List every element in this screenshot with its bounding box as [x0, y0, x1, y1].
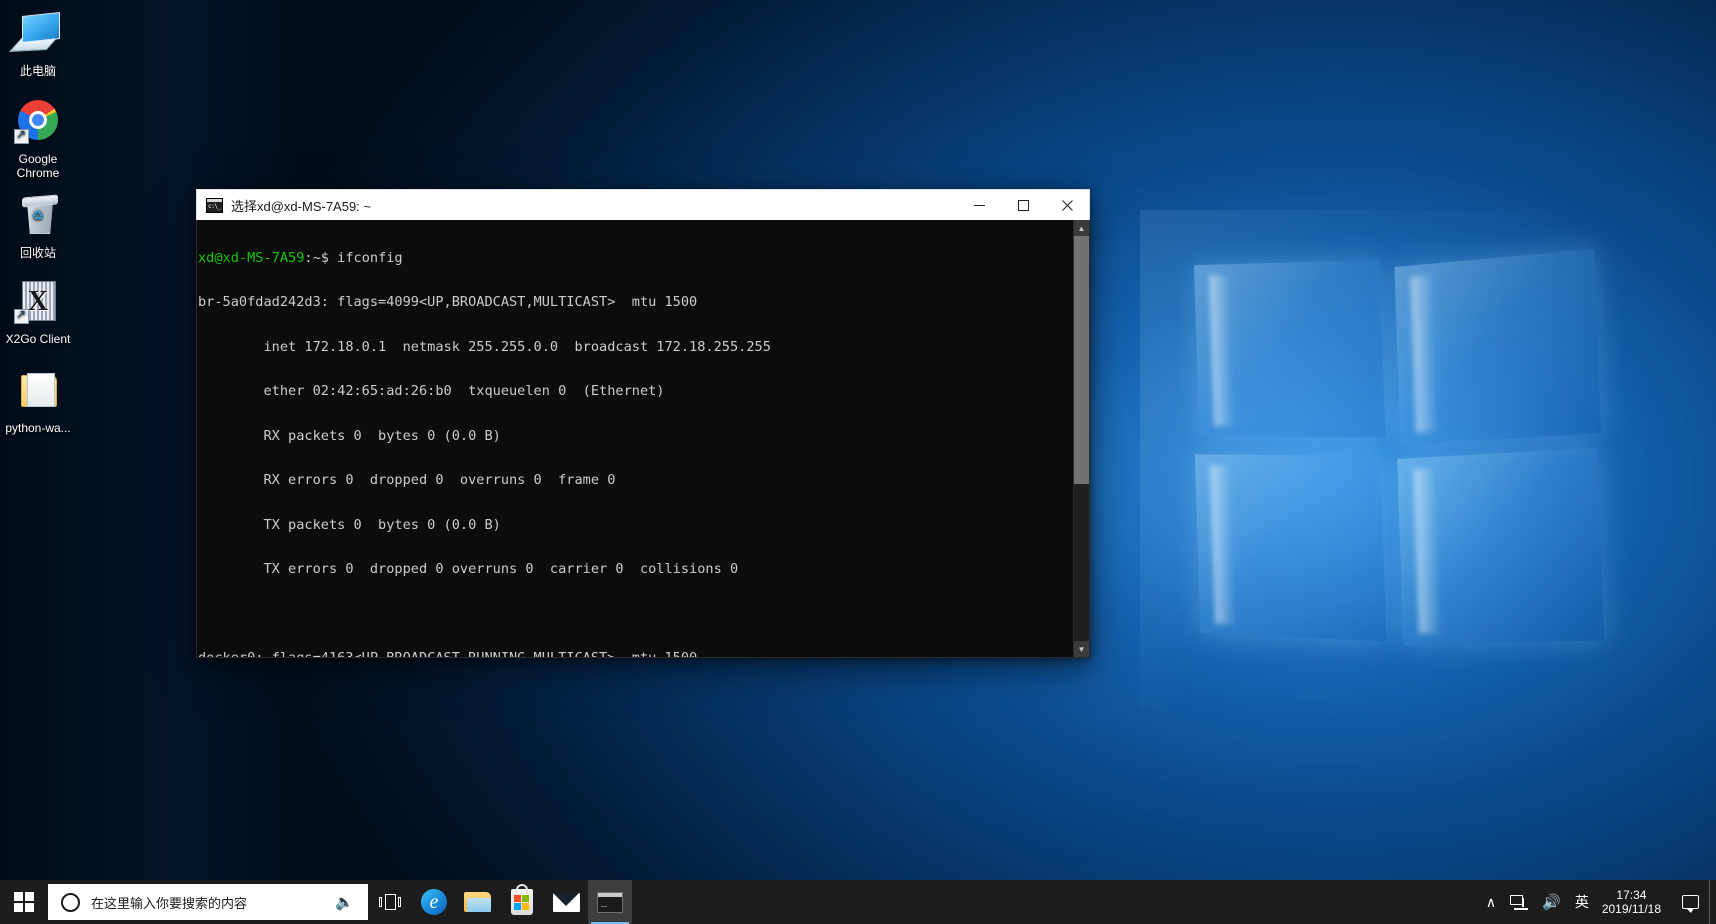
- show-desktop-button[interactable]: [1709, 880, 1716, 924]
- clock[interactable]: 17:34 2019/11/18: [1596, 880, 1671, 924]
- desktop-icon-python-wa[interactable]: python-wa...: [0, 367, 76, 435]
- console-line: RX errors 0 dropped 0 overruns 0 frame 0: [198, 472, 616, 489]
- taskbar-item-task-view[interactable]: [368, 880, 412, 924]
- minimize-button[interactable]: [957, 190, 1001, 221]
- edge-icon: [421, 889, 447, 915]
- desktop-icon-label: Google: [18, 152, 58, 166]
- action-center-button[interactable]: [1671, 880, 1709, 924]
- taskbar-item-edge[interactable]: [412, 880, 456, 924]
- desktop-icon-google-chrome[interactable]: Google Chrome: [0, 98, 76, 180]
- mail-icon: [552, 892, 580, 912]
- scrollbar-down-button[interactable]: ▼: [1074, 641, 1089, 657]
- maximize-button[interactable]: [1001, 190, 1045, 221]
- scrollbar-up-button[interactable]: ▲: [1074, 220, 1089, 236]
- console-line: inet 172.18.0.1 netmask 255.255.0.0 broa…: [198, 338, 771, 355]
- clock-time: 17:34: [1616, 888, 1647, 902]
- desktop-icon-recycle-bin[interactable]: ♻ 回收站: [0, 192, 76, 260]
- console-icon: [597, 891, 623, 913]
- taskbar-item-mail[interactable]: [544, 880, 588, 924]
- search-placeholder: 在这里输入你要搜索的内容: [91, 895, 248, 911]
- scrollbar-thumb[interactable]: [1074, 236, 1089, 484]
- taskbar[interactable]: 在这里输入你要搜索的内容 🔈 e _ ∧ 🔊 英 17:34 2019/11/1…: [0, 880, 1716, 924]
- show-hidden-icons-button[interactable]: ∧: [1479, 880, 1503, 924]
- taskbar-item-console[interactable]: [588, 880, 632, 924]
- google-chrome-icon: [14, 98, 62, 146]
- console-body[interactable]: xd@xd-MS-7A59:~$ ifconfig br-5a0fdad242d…: [196, 220, 1090, 658]
- store-icon: [511, 884, 533, 915]
- x2go-client-icon: X: [14, 278, 62, 326]
- ime-indicator[interactable]: 英: [1568, 880, 1596, 924]
- console-output[interactable]: xd@xd-MS-7A59:~$ ifconfig br-5a0fdad242d…: [197, 220, 1073, 657]
- clock-date: 2019/11/18: [1601, 902, 1661, 916]
- console-titlebar[interactable]: 选择xd@xd-MS-7A59: ~: [196, 189, 1090, 220]
- shortcut-arrow-icon: [14, 127, 29, 144]
- taskbar-item-microsoft-store[interactable]: [500, 880, 544, 924]
- windows-logo-wallpaper: [1189, 240, 1618, 655]
- volume-icon[interactable]: 🔊: [1535, 880, 1568, 924]
- start-button[interactable]: [0, 880, 48, 924]
- console-icon: [206, 197, 223, 213]
- file-explorer-icon: [464, 891, 492, 913]
- desktop-icon-label-2: Chrome: [16, 166, 60, 180]
- console-line: docker0: flags=4163<UP,BROADCAST,RUNNING…: [198, 651, 1073, 657]
- windows-logo-icon: [14, 892, 34, 912]
- desktop-icon-label: 此电脑: [19, 64, 56, 78]
- search-input[interactable]: 在这里输入你要搜索的内容 🔈: [48, 884, 368, 920]
- network-icon[interactable]: [1503, 880, 1535, 924]
- desktop-icon-label: python-wa...: [5, 421, 71, 435]
- desktop[interactable]: 此电脑 Google Chrome ♻ 回收站 X X2Go Client py…: [0, 0, 1716, 924]
- console-line: RX packets 0 bytes 0 (0.0 B): [198, 427, 501, 444]
- microphone-icon[interactable]: 🔈: [335, 893, 354, 911]
- console-line: TX errors 0 dropped 0 overruns 0 carrier…: [198, 561, 739, 578]
- shortcut-arrow-icon: [14, 307, 29, 324]
- console-line: TX packets 0 bytes 0 (0.0 B): [198, 516, 501, 533]
- window-title: 选择xd@xd-MS-7A59: ~: [231, 198, 371, 214]
- recycle-bin-icon: ♻: [14, 192, 62, 240]
- logo-pane-top-left: [1193, 260, 1386, 438]
- prompt-command: :~$ ifconfig: [304, 249, 403, 266]
- window-controls[interactable]: [957, 190, 1089, 221]
- taskbar-item-file-explorer[interactable]: [456, 880, 500, 924]
- desktop-icon-this-pc[interactable]: 此电脑: [0, 10, 76, 78]
- console-prompt-line: xd@xd-MS-7A59:~$ ifconfig: [198, 249, 1073, 266]
- console-line: ether 02:42:65:ad:26:b0 txqueuelen 0 (Et…: [198, 383, 665, 400]
- this-pc-icon: [8, 10, 62, 58]
- cortana-circle-icon: [61, 892, 80, 912]
- prompt-user-host: xd@xd-MS-7A59: [198, 249, 305, 266]
- desktop-icon-label: X2Go Client: [5, 332, 71, 346]
- system-tray[interactable]: ∧ 🔊 英 17:34 2019/11/18: [1479, 880, 1716, 924]
- logo-pane-top-right: [1394, 249, 1602, 445]
- folder-icon: [14, 367, 62, 415]
- logo-pane-bottom-left: [1194, 454, 1387, 642]
- task-view-icon: [379, 893, 401, 911]
- console-scrollbar[interactable]: ▲ ▼: [1073, 220, 1089, 657]
- desktop-icon-label: 回收站: [19, 246, 56, 260]
- action-center-icon: [1681, 895, 1699, 913]
- close-button[interactable]: [1045, 190, 1089, 221]
- logo-pane-bottom-right: [1397, 447, 1605, 646]
- console-line: br-5a0fdad242d3: flags=4099<UP,BROADCAST…: [198, 294, 698, 311]
- desktop-icon-x2go-client[interactable]: X X2Go Client: [0, 278, 76, 346]
- console-window[interactable]: 选择xd@xd-MS-7A59: ~ xd@xd-MS-7A59:~$ ifco…: [196, 189, 1090, 658]
